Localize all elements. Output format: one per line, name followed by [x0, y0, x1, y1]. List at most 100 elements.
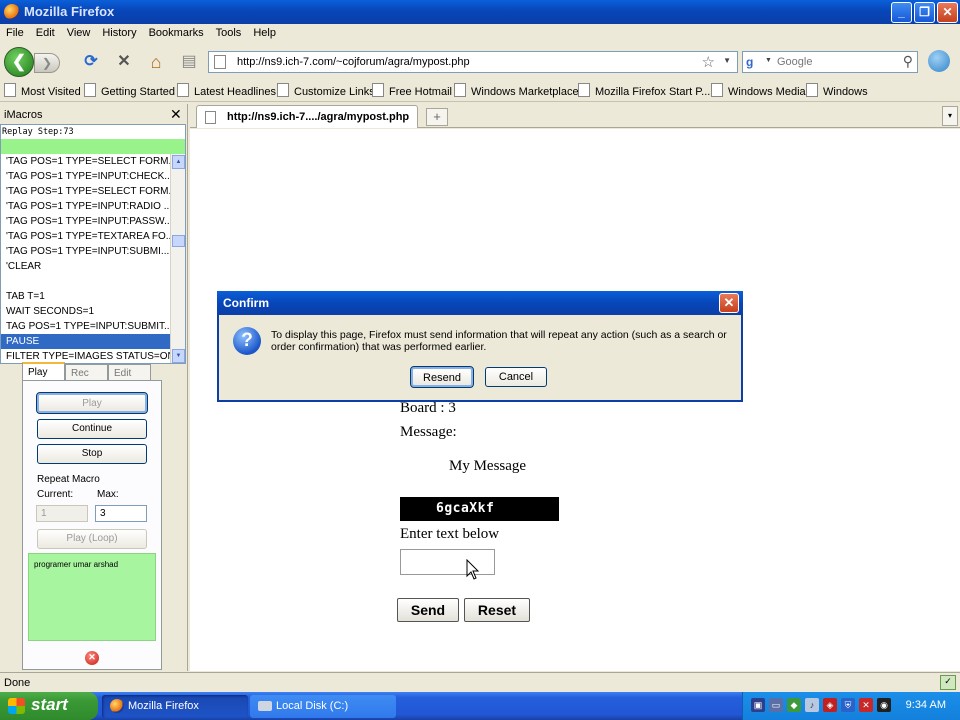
- dialog-title: Confirm: [223, 296, 269, 310]
- navigation-toolbar: ❮ ❯ ⟳ ✕ ⌂ ▤ http://ns9.ich-7.com/~cojfor…: [0, 44, 960, 78]
- menu-view[interactable]: View: [61, 24, 97, 39]
- bookmark-free-hotmail[interactable]: Free Hotmail: [372, 83, 452, 98]
- dialog-close-button[interactable]: ✕: [719, 293, 739, 313]
- tray-shield-icon[interactable]: ◈: [823, 698, 837, 712]
- max-field[interactable]: 3: [95, 505, 147, 522]
- reload-icon[interactable]: ⟳: [80, 52, 102, 72]
- bookmark-customize-links[interactable]: Customize Links: [277, 83, 375, 98]
- sidebar-close-icon[interactable]: ✕: [170, 106, 182, 123]
- tab-edit[interactable]: Edit: [108, 364, 151, 381]
- tray-alert-icon[interactable]: ✕: [859, 698, 873, 712]
- status-bar: Done ✓: [0, 672, 960, 692]
- max-label: Max:: [97, 489, 119, 500]
- bookmark-windows[interactable]: Windows: [806, 83, 868, 98]
- macro-line[interactable]: 'TAG POS=1 TYPE=INPUT:CHECK...: [1, 169, 171, 184]
- play-button[interactable]: Play: [36, 392, 148, 414]
- reset-button[interactable]: Reset: [464, 598, 530, 622]
- search-input[interactable]: g ▼ Google ⚲: [742, 51, 918, 73]
- google-icon[interactable]: g: [746, 55, 762, 70]
- status-text: Done: [4, 677, 31, 689]
- tray-network-icon[interactable]: ▣: [751, 698, 765, 712]
- tray-app-icon[interactable]: ◉: [877, 698, 891, 712]
- forward-button[interactable]: ❯: [34, 53, 60, 73]
- bookmark-windows-marketplace[interactable]: Windows Marketplace: [454, 83, 579, 98]
- tab-rec[interactable]: Rec: [65, 364, 108, 381]
- menu-edit[interactable]: Edit: [30, 24, 61, 39]
- bookmark-getting-started[interactable]: Getting Started: [84, 83, 175, 98]
- tray-imacros-icon[interactable]: ◆: [787, 698, 801, 712]
- status-addon-icon[interactable]: ✓: [940, 675, 956, 690]
- browser-tab[interactable]: http://ns9.ich-7..../agra/mypost.php: [196, 105, 418, 128]
- url-bar[interactable]: http://ns9.ich-7.com/~cojforum/agra/mypo…: [208, 51, 738, 73]
- new-tab-button[interactable]: +: [426, 108, 448, 126]
- macro-line[interactable]: 'TAG POS=1 TYPE=INPUT:RADIO ...: [1, 199, 171, 214]
- maximize-button[interactable]: ❐: [914, 2, 935, 23]
- url-dropdown-icon[interactable]: ▼: [723, 56, 731, 65]
- macro-list[interactable]: Replay Step:73 'TAG POS=1 TYPE=SELECT FO…: [0, 124, 186, 364]
- message-text: My Message: [449, 458, 527, 474]
- scroll-down-icon[interactable]: ▼: [172, 349, 185, 363]
- search-engine-dropdown-icon[interactable]: ▼: [765, 57, 772, 64]
- bookmark-star-icon[interactable]: ☆: [702, 53, 715, 71]
- tray-monitor-icon[interactable]: ▭: [769, 698, 783, 712]
- tray-volume-icon[interactable]: ♪: [805, 698, 819, 712]
- search-icon[interactable]: ⚲: [903, 53, 913, 70]
- page-drag-icon[interactable]: ▤: [178, 52, 200, 72]
- macro-line[interactable]: 'TAG POS=1 TYPE=INPUT:SUBMI...: [1, 244, 171, 259]
- dialog-titlebar[interactable]: Confirm ✕: [217, 291, 743, 315]
- question-icon: ?: [233, 327, 261, 355]
- send-button[interactable]: Send: [397, 598, 459, 622]
- menu-tools[interactable]: Tools: [210, 24, 248, 39]
- continue-button[interactable]: Continue: [37, 419, 147, 439]
- sidebar-title: iMacros: [4, 109, 43, 121]
- macro-line[interactable]: TAG POS=1 TYPE=INPUT:SUBMIT...: [1, 319, 171, 334]
- firefox-task-icon: [110, 699, 124, 713]
- stop-icon[interactable]: ✕: [113, 52, 135, 72]
- window-titlebar[interactable]: Mozilla Firefox _ ❐ ✕: [0, 0, 960, 24]
- start-label: start: [31, 695, 68, 714]
- macro-list-scrollbar[interactable]: ▲ ▼: [170, 154, 185, 363]
- macro-line[interactable]: PAUSE: [1, 334, 171, 349]
- scroll-thumb[interactable]: [172, 235, 185, 247]
- macro-line[interactable]: 'TAG POS=1 TYPE=SELECT FORM...: [1, 154, 171, 169]
- tab-play[interactable]: Play: [22, 362, 65, 382]
- info-box: programer umar arshad: [28, 553, 156, 641]
- captcha-input[interactable]: [400, 549, 495, 575]
- minimize-button[interactable]: _: [891, 2, 912, 23]
- macro-line[interactable]: 'TAG POS=1 TYPE=SELECT FORM...: [1, 184, 171, 199]
- addon-icon[interactable]: [928, 50, 950, 72]
- bookmarks-toolbar: Most Visited Getting Started Latest Head…: [0, 80, 960, 102]
- home-icon[interactable]: ⌂: [145, 52, 167, 72]
- bookmark-most-visited[interactable]: Most Visited: [4, 83, 81, 98]
- task-local-disk[interactable]: Local Disk (C:): [250, 695, 396, 718]
- start-button[interactable]: start: [0, 692, 98, 720]
- menu-bookmarks[interactable]: Bookmarks: [143, 24, 210, 39]
- macro-line[interactable]: [1, 274, 171, 289]
- search-placeholder: Google: [777, 56, 813, 68]
- scroll-up-icon[interactable]: ▲: [172, 155, 185, 169]
- bookmark-windows-media[interactable]: Windows Media: [711, 83, 806, 98]
- mouse-cursor-icon: [466, 559, 480, 580]
- menu-help[interactable]: Help: [247, 24, 282, 39]
- macro-line[interactable]: WAIT SECONDS=1: [1, 304, 171, 319]
- macro-line[interactable]: TAB T=1: [1, 289, 171, 304]
- back-button[interactable]: ❮: [4, 47, 34, 77]
- play-loop-button[interactable]: Play (Loop): [37, 529, 147, 549]
- close-button[interactable]: ✕: [937, 2, 958, 23]
- stop-button[interactable]: Stop: [37, 444, 147, 464]
- resend-button[interactable]: Resend: [410, 366, 474, 388]
- stop-icon[interactable]: ✕: [85, 651, 99, 665]
- macro-line[interactable]: 'TAG POS=1 TYPE=TEXTAREA FO...: [1, 229, 171, 244]
- menu-bar: File Edit View History Bookmarks Tools Help: [0, 24, 960, 44]
- window-title: Mozilla Firefox: [24, 4, 115, 19]
- cancel-button[interactable]: Cancel: [485, 367, 547, 387]
- menu-history[interactable]: History: [96, 24, 142, 39]
- bookmark-firefox-start[interactable]: Mozilla Firefox Start P...: [578, 83, 710, 98]
- tab-list-button[interactable]: ▾: [942, 106, 958, 126]
- task-firefox[interactable]: Mozilla Firefox: [102, 695, 248, 718]
- menu-file[interactable]: File: [0, 24, 30, 39]
- macro-line[interactable]: 'CLEAR: [1, 259, 171, 274]
- macro-line[interactable]: 'TAG POS=1 TYPE=INPUT:PASSW...: [1, 214, 171, 229]
- bookmark-latest-headlines[interactable]: Latest Headlines: [177, 83, 276, 98]
- tray-security-icon[interactable]: ⛨: [841, 698, 855, 712]
